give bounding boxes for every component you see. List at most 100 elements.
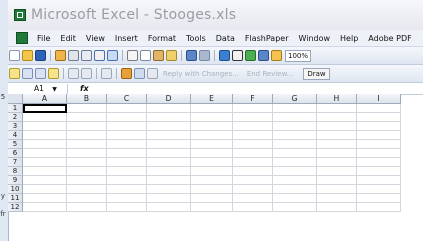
format-painter-icon[interactable]: [166, 50, 177, 61]
grid-cell[interactable]: [357, 113, 401, 122]
row-header[interactable]: 9: [8, 176, 23, 185]
grid-cell[interactable]: [273, 185, 317, 194]
active-cell[interactable]: [23, 104, 67, 113]
column-header[interactable]: C: [107, 94, 147, 104]
grid-cell[interactable]: [67, 167, 107, 176]
grid-cell[interactable]: [233, 113, 273, 122]
grid-cell[interactable]: [107, 176, 147, 185]
dropdown-arrow-icon[interactable]: ▼: [52, 86, 57, 93]
show-comment-icon[interactable]: [48, 68, 59, 79]
end-review-button[interactable]: End Review...: [247, 70, 294, 78]
grid-cell[interactable]: [191, 131, 233, 140]
menu-edit[interactable]: Edit: [55, 34, 81, 43]
permission-icon[interactable]: [55, 50, 66, 61]
grid-cell[interactable]: [191, 176, 233, 185]
print-preview-icon[interactable]: [81, 50, 92, 61]
grid-cell[interactable]: [23, 203, 67, 212]
grid-cell[interactable]: [191, 203, 233, 212]
grid-cell[interactable]: [23, 185, 67, 194]
grid-cell[interactable]: [147, 167, 191, 176]
grid-cell[interactable]: [107, 104, 147, 113]
menu-file[interactable]: File: [32, 34, 55, 43]
cut-icon[interactable]: [127, 50, 138, 61]
row-header[interactable]: 10: [8, 185, 23, 194]
grid-cell[interactable]: [317, 176, 357, 185]
row-header[interactable]: 2: [8, 113, 23, 122]
autosum-icon[interactable]: [232, 50, 243, 61]
row-header[interactable]: 11: [8, 194, 23, 203]
grid-cell[interactable]: [233, 122, 273, 131]
row-header[interactable]: 4: [8, 131, 23, 140]
grid-cell[interactable]: [233, 158, 273, 167]
menu-window[interactable]: Window: [293, 34, 335, 43]
row-header[interactable]: 12: [8, 203, 23, 212]
grid-cell[interactable]: [23, 194, 67, 203]
grid-cell[interactable]: [67, 131, 107, 140]
grid-cell[interactable]: [357, 122, 401, 131]
menu-flashpaper[interactable]: FlashPaper: [240, 34, 294, 43]
print-icon[interactable]: [68, 50, 79, 61]
grid-cell[interactable]: [273, 203, 317, 212]
grid-cell[interactable]: [191, 194, 233, 203]
grid-cell[interactable]: [233, 167, 273, 176]
grid-cell[interactable]: [107, 122, 147, 131]
grid-cell[interactable]: [107, 194, 147, 203]
menu-format[interactable]: Format: [143, 34, 181, 43]
grid-cell[interactable]: [67, 194, 107, 203]
grid-cell[interactable]: [357, 194, 401, 203]
column-header[interactable]: B: [67, 94, 107, 104]
grid-cell[interactable]: [147, 203, 191, 212]
grid-cell[interactable]: [191, 185, 233, 194]
grid-cell[interactable]: [273, 176, 317, 185]
menu-insert[interactable]: Insert: [110, 34, 143, 43]
grid-cell[interactable]: [357, 158, 401, 167]
grid-cell[interactable]: [233, 203, 273, 212]
accept-icon[interactable]: [81, 68, 92, 79]
grid-cell[interactable]: [273, 104, 317, 113]
grid-cell[interactable]: [147, 122, 191, 131]
grid-cell[interactable]: [147, 194, 191, 203]
grid-cell[interactable]: [67, 185, 107, 194]
grid-cell[interactable]: [23, 158, 67, 167]
grid-cell[interactable]: [317, 113, 357, 122]
grid-cell[interactable]: [67, 158, 107, 167]
grid-cell[interactable]: [67, 149, 107, 158]
grid-cell[interactable]: [147, 131, 191, 140]
grid-cell[interactable]: [147, 185, 191, 194]
grid-cell[interactable]: [147, 176, 191, 185]
select-all-corner[interactable]: [8, 94, 23, 104]
grid-cell[interactable]: [107, 149, 147, 158]
row-header[interactable]: 5: [8, 140, 23, 149]
mail-icon[interactable]: [134, 68, 145, 79]
column-header[interactable]: I: [357, 94, 401, 104]
grid-cell[interactable]: [273, 158, 317, 167]
grid-cell[interactable]: [23, 122, 67, 131]
grid-cell[interactable]: [233, 194, 273, 203]
grid-cell[interactable]: [67, 104, 107, 113]
grid-cell[interactable]: [317, 131, 357, 140]
grid-cell[interactable]: [233, 140, 273, 149]
grid-cell[interactable]: [191, 140, 233, 149]
grid-cell[interactable]: [273, 122, 317, 131]
grid-cell[interactable]: [67, 122, 107, 131]
column-header[interactable]: D: [147, 94, 191, 104]
menu-help[interactable]: Help: [335, 34, 363, 43]
row-header[interactable]: 8: [8, 167, 23, 176]
chart-icon[interactable]: [245, 50, 256, 61]
column-header[interactable]: G: [273, 94, 317, 104]
grid-cell[interactable]: [23, 149, 67, 158]
grid-cell[interactable]: [233, 149, 273, 158]
grid-cell[interactable]: [317, 140, 357, 149]
grid-cell[interactable]: [191, 122, 233, 131]
grid-cell[interactable]: [23, 167, 67, 176]
send-icon[interactable]: [121, 68, 132, 79]
grid-cell[interactable]: [191, 104, 233, 113]
grid-cell[interactable]: [23, 131, 67, 140]
grid-cell[interactable]: [191, 149, 233, 158]
grid-cell[interactable]: [233, 185, 273, 194]
grid-cell[interactable]: [317, 167, 357, 176]
grid-cell[interactable]: [357, 167, 401, 176]
new-comment-icon[interactable]: [9, 68, 20, 79]
function-icon[interactable]: fx: [80, 84, 89, 93]
grid-cell[interactable]: [147, 113, 191, 122]
